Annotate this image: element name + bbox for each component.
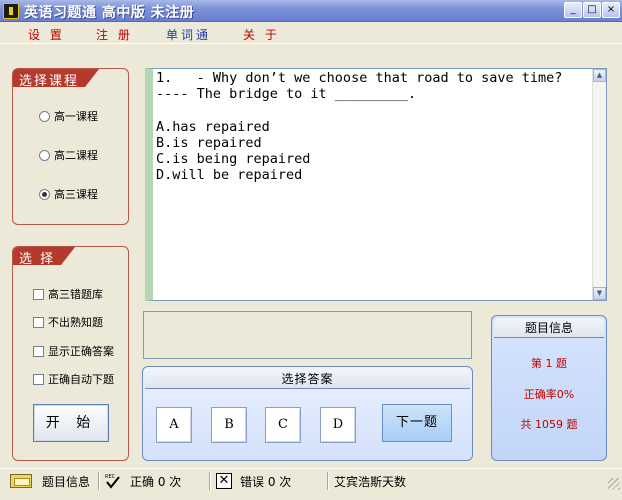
answer-panel: 选择答案 A B C D 下一题 [142, 366, 473, 461]
option-line-d: D.will be repaired [156, 167, 303, 184]
menu-settings[interactable]: 设 置 [28, 26, 65, 43]
status-separator [327, 472, 329, 490]
status-correct: REC 正确 0 次 [104, 471, 181, 491]
checkbox-label: 正确自动下题 [48, 373, 114, 386]
checkbox-box[interactable] [33, 316, 44, 328]
checkbox-box[interactable] [33, 373, 44, 385]
status-wrong-count: 错误 0 次 [240, 474, 292, 489]
question-line: ---- The bridge to it _________. [156, 86, 417, 103]
radio-label: 高三课程 [54, 188, 98, 201]
status-info: 题目信息 [10, 471, 90, 491]
radio-course-3[interactable]: 高三课程 [39, 186, 98, 202]
radio-circle[interactable] [39, 110, 50, 122]
title-bar: 英语习题通 高中版 未注册 _ □ × [0, 0, 622, 22]
option-line-b: B.is repaired [156, 134, 262, 151]
course-group-title: 选择课程 [13, 69, 100, 89]
radio-circle-selected[interactable] [39, 188, 50, 200]
status-correct-count: 正确 0 次 [130, 474, 182, 489]
question-line: 1. - Why don’t we choose that road to sa… [156, 70, 563, 86]
status-separator [209, 472, 211, 490]
start-button[interactable]: 开 始 [33, 404, 109, 442]
checkbox-wrong-bank[interactable]: 高三错题库 [33, 286, 103, 302]
accuracy-rate: 正确率0% [523, 388, 575, 401]
next-question-button[interactable]: 下一题 [382, 404, 452, 442]
menu-bar: 设 置 注 册 单词通 关 于 [0, 22, 622, 44]
checkbox-skip-known[interactable]: 不出熟知题 [33, 314, 103, 330]
radio-circle[interactable] [39, 149, 50, 161]
minimize-button[interactable]: _ [564, 2, 582, 18]
question-info-panel: 题目信息 第 1 题 正确率0% 共 1059 题 [491, 315, 607, 461]
vertical-scrollbar[interactable]: ▲ ▼ [592, 69, 606, 300]
option-a-button[interactable]: A [156, 407, 192, 443]
option-c-button[interactable]: C [265, 407, 301, 443]
check-icon-caption: REC [105, 474, 116, 480]
radio-label: 高一课程 [54, 110, 98, 123]
status-wrong: ✕ 错误 0 次 [216, 471, 291, 491]
option-d-button[interactable]: D [320, 407, 356, 443]
total-questions: 共 1059 题 [520, 418, 578, 431]
checkbox-label: 高三错题库 [48, 288, 103, 301]
question-text: 1. - Why don’t we choose that road to sa… [156, 70, 596, 183]
menu-about[interactable]: 关 于 [243, 26, 280, 43]
scroll-down-arrow-icon[interactable]: ▼ [593, 287, 606, 300]
window-title: 英语习题通 高中版 未注册 [24, 5, 195, 21]
status-info-label: 题目信息 [42, 474, 91, 489]
radio-label: 高二课程 [54, 149, 98, 162]
app-icon[interactable] [3, 3, 19, 19]
scroll-up-arrow-icon[interactable]: ▲ [593, 69, 606, 82]
checkbox-label: 显示正确答案 [48, 345, 114, 358]
maximize-button[interactable]: □ [583, 2, 601, 18]
checkbox-auto-next[interactable]: 正确自动下题 [33, 371, 114, 387]
current-question-number: 第 1 题 [531, 357, 567, 370]
radio-course-1[interactable]: 高一课程 [39, 108, 98, 124]
menu-register[interactable]: 注 册 [96, 26, 133, 43]
info-card-icon [10, 474, 32, 488]
checkbox-box[interactable] [33, 288, 44, 300]
status-bar: 题目信息 REC 正确 0 次 ✕ 错误 0 次 艾宾浩斯天数 [0, 468, 622, 492]
select-group: 选 择 高三错题库 不出熟知题 显示正确答案 正确自动下题 开 始 [12, 246, 129, 461]
answer-panel-title: 选择答案 [145, 369, 470, 389]
select-group-title: 选 择 [13, 247, 76, 267]
check-mark-icon: REC [104, 472, 122, 490]
checkbox-show-answer[interactable]: 显示正确答案 [33, 343, 114, 359]
course-group: 选择课程 高一课程 高二课程 高三课程 [12, 68, 129, 225]
option-line-a: A.has repaired [156, 118, 270, 135]
option-b-button[interactable]: B [211, 407, 247, 443]
status-publisher: 艾宾浩斯天数 [334, 471, 406, 491]
checkbox-label: 不出熟知题 [48, 316, 103, 329]
option-line-c: C.is being repaired [156, 151, 311, 168]
checkbox-box[interactable] [33, 345, 44, 357]
question-textarea[interactable]: 1. - Why don’t we choose that road to sa… [145, 68, 607, 301]
close-button[interactable]: × [602, 2, 620, 18]
info-panel-title: 题目信息 [494, 318, 604, 338]
radio-course-2[interactable]: 高二课程 [39, 147, 98, 163]
status-publisher-label: 艾宾浩斯天数 [334, 474, 407, 489]
answer-feedback-box [143, 311, 472, 359]
status-separator [98, 472, 100, 490]
menu-vocabulary[interactable]: 单词通 [166, 26, 211, 43]
cross-icon: ✕ [216, 473, 232, 489]
resize-grip-icon[interactable] [608, 478, 620, 490]
